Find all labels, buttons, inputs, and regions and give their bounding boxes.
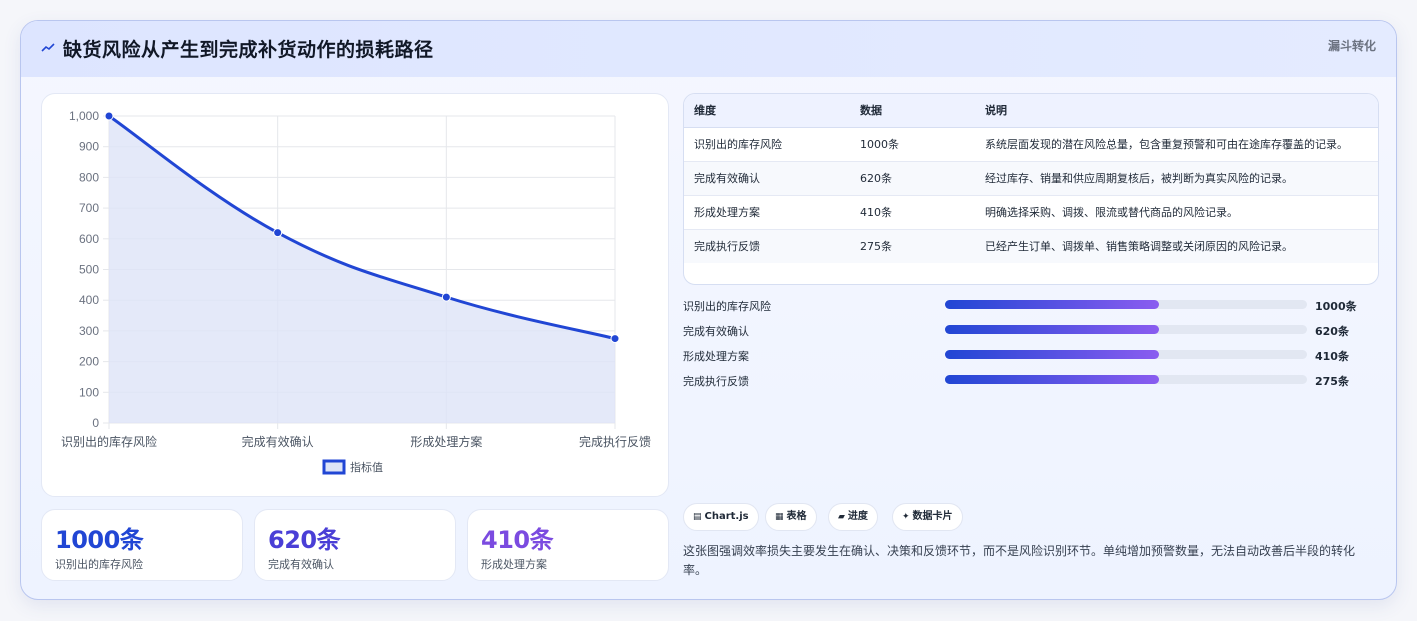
table-cell: 620条	[850, 161, 975, 196]
y-tick-label: 200	[79, 355, 99, 369]
table-row: 形成处理方案 410条 明确选择采购、调拨、限流或替代商品的风险记录。	[684, 195, 1378, 230]
table-cell: 完成有效确认	[684, 161, 850, 196]
chip-label: 表格	[786, 511, 807, 522]
chip-progress[interactable]: ▰ 进度	[828, 503, 878, 531]
chart-type-tag: 漏斗转化	[1327, 39, 1376, 53]
table-row: 识别出的库存风险 1000条 系统层面发现的潜在风险总量，包含重复预警和可由在途…	[684, 127, 1378, 162]
progress-fill	[945, 300, 1159, 309]
progress-track	[945, 325, 1307, 334]
progress-fill	[945, 375, 1159, 384]
y-tick-label: 0	[92, 416, 99, 430]
progress-label: 形成处理方案	[683, 350, 749, 363]
y-tick-label: 1,000	[69, 109, 99, 123]
table-cell: 明确选择采购、调拨、限流或替代商品的风险记录。	[975, 195, 1378, 230]
data-point	[273, 228, 283, 238]
data-table: 维度 数据 说明 识别出的库存风险 1000条 系统层面发现的潜在风险总量，包含…	[684, 94, 1378, 263]
progress-track	[945, 375, 1307, 384]
sparkle-icon: ✦	[902, 512, 910, 522]
table-cell: 1000条	[850, 127, 975, 162]
table-cell: 系统层面发现的潜在风险总量，包含重复预警和可由在途库存覆盖的记录。	[975, 127, 1378, 162]
chip-data-cards[interactable]: ✦ 数据卡片	[892, 503, 963, 531]
progress-value: 620条	[1315, 325, 1349, 338]
trend-icon	[41, 43, 55, 52]
table-header-cell: 维度	[684, 94, 850, 128]
y-tick-label: 600	[79, 232, 99, 246]
progress-value: 1000条	[1315, 300, 1357, 313]
chip-chartjs[interactable]: ▤ Chart.js	[683, 503, 759, 531]
card-header: 缺货风险从产生到完成补货动作的损耗路径 漏斗转化	[21, 21, 1396, 77]
y-tick-label: 800	[79, 170, 99, 184]
progress-row: 完成有效确认 620条	[683, 321, 1383, 339]
table-cell: 275条	[850, 229, 975, 263]
kpi-value: 410条	[481, 526, 554, 554]
chip-label: 数据卡片	[912, 511, 953, 522]
chart-panel: 0 100 200 300 400 500 600 700 800 900 1,000 识别出的库存风…	[41, 93, 669, 497]
x-tick-label: 完成有效确认	[242, 434, 314, 449]
insight-text: 这张图强调效率损失主要发生在确认、决策和反馈环节，而不是风险识别环节。单纯增加预…	[683, 544, 1356, 577]
kpi-label: 形成处理方案	[481, 558, 547, 571]
y-tick-label: 300	[79, 324, 99, 338]
progress-row: 完成执行反馈 275条	[683, 371, 1383, 389]
table-icon: ▦	[775, 512, 784, 522]
chip-table[interactable]: ▦ 表格	[765, 503, 817, 531]
y-tick-label: 500	[79, 263, 99, 277]
progress-value: 410条	[1315, 350, 1349, 363]
progress-track	[945, 300, 1307, 309]
table-cell: 经过库存、销量和供应周期复核后，被判断为真实风险的记录。	[975, 161, 1378, 196]
table-cell: 410条	[850, 195, 975, 230]
kpi-label: 完成有效确认	[268, 558, 334, 571]
x-tick-label: 完成执行反馈	[579, 434, 651, 449]
kpi-label: 识别出的库存风险	[55, 558, 143, 571]
kpi-card: 620条 完成有效确认	[254, 509, 456, 581]
y-tick-label: 100	[79, 385, 99, 399]
data-table-panel: 维度 数据 说明 识别出的库存风险 1000条 系统层面发现的潜在风险总量，包含…	[683, 93, 1379, 285]
kpi-card: 1000条 识别出的库存风险	[41, 509, 243, 581]
data-point	[610, 334, 620, 344]
progress-label: 完成执行反馈	[683, 375, 749, 388]
legend-label: 指标值	[350, 460, 383, 474]
legend-swatch	[322, 459, 346, 475]
table-header-cell: 说明	[975, 94, 1378, 128]
kpi-value: 1000条	[55, 526, 144, 554]
y-tick-label: 400	[79, 293, 99, 307]
table-header-row: 维度 数据 说明	[684, 94, 1378, 128]
data-point	[441, 292, 451, 302]
table-header-cell: 数据	[850, 94, 975, 128]
table-row: 完成执行反馈 275条 已经产生订单、调拨单、销售策略调整或关闭原因的风险记录。	[684, 229, 1378, 263]
y-tick-label: 700	[79, 201, 99, 215]
progress-value: 275条	[1315, 375, 1349, 388]
kpi-value: 620条	[268, 526, 341, 554]
progress-row: 识别出的库存风险 1000条	[683, 296, 1383, 314]
progress-fill	[945, 350, 1159, 359]
chip-label: Chart.js	[704, 511, 749, 522]
progress-label: 识别出的库存风险	[683, 300, 771, 313]
table-cell: 完成执行反馈	[684, 229, 850, 263]
table-cell: 识别出的库存风险	[684, 127, 850, 162]
table-cell: 已经产生订单、调拨单、销售策略调整或关闭原因的风险记录。	[975, 229, 1378, 263]
line-chart: 0 100 200 300 400 500 600 700 800 900 1,000 识别出的库存风…	[61, 109, 651, 475]
chart-icon: ▤	[693, 512, 702, 522]
table-cell: 形成处理方案	[684, 195, 850, 230]
data-point	[104, 111, 114, 121]
kpi-card: 410条 形成处理方案	[467, 509, 669, 581]
chip-label: 进度	[847, 511, 868, 522]
progress-label: 完成有效确认	[683, 325, 749, 338]
progress-fill	[945, 325, 1159, 334]
progress-icon: ▰	[838, 512, 845, 522]
x-tick-label: 识别出的库存风险	[61, 434, 157, 449]
x-tick-label: 形成处理方案	[410, 434, 482, 449]
page-title: 缺货风险从产生到完成补货动作的损耗路径	[63, 39, 434, 61]
progress-track	[945, 350, 1307, 359]
progress-row: 形成处理方案 410条	[683, 346, 1383, 364]
table-row: 完成有效确认 620条 经过库存、销量和供应周期复核后，被判断为真实风险的记录。	[684, 161, 1378, 196]
y-tick-label: 900	[79, 140, 99, 154]
main-card: 缺货风险从产生到完成补货动作的损耗路径 漏斗转化 0 100 200 300 400 50…	[20, 20, 1397, 600]
